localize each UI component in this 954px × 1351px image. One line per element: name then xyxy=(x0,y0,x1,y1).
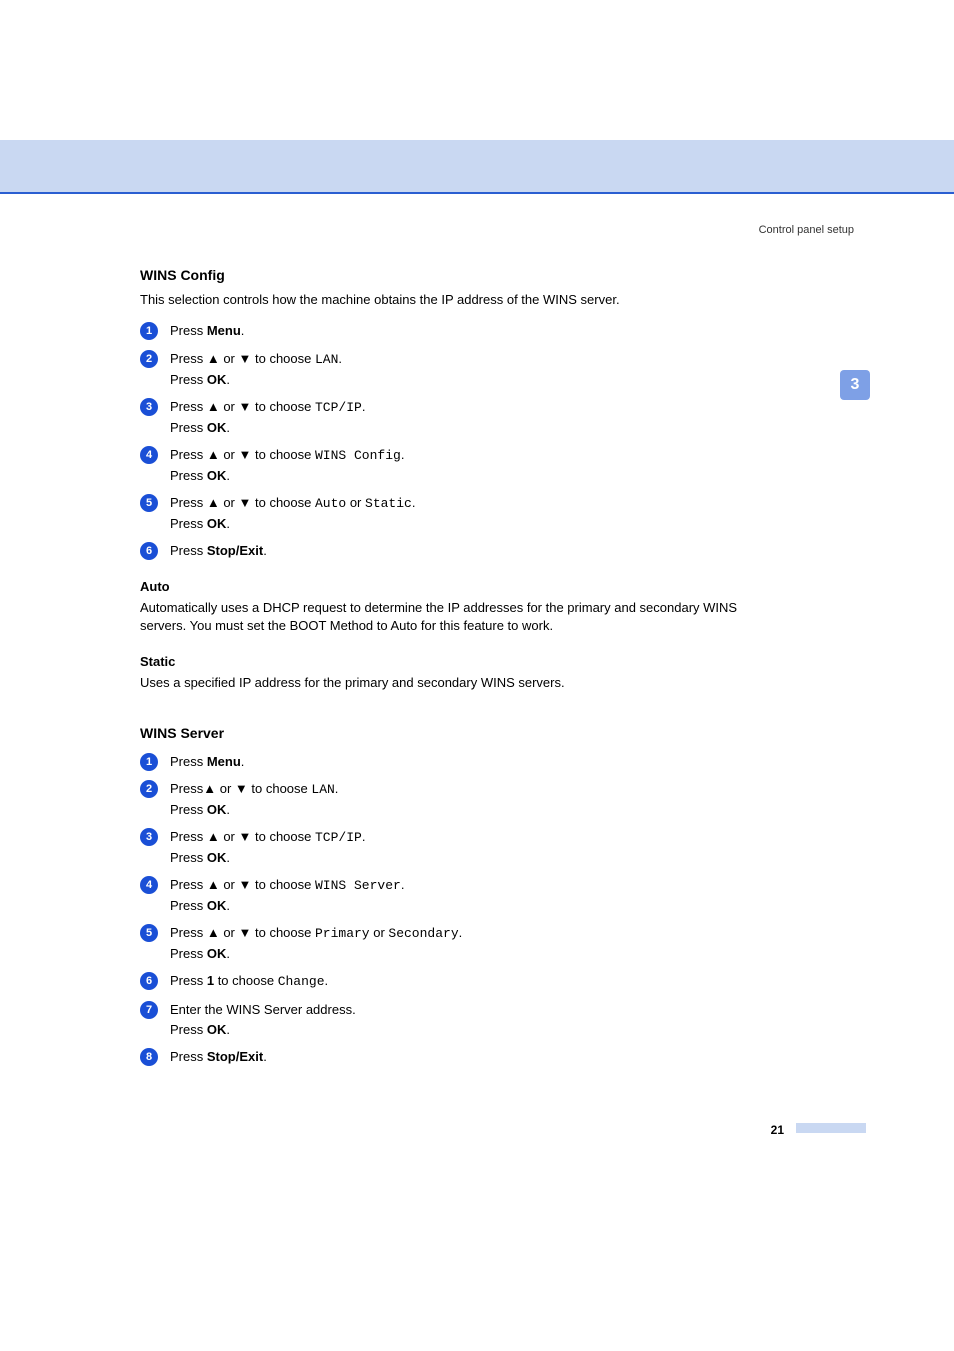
step-item: 6 Press Stop/Exit. xyxy=(140,542,780,560)
step-line-2: Press OK. xyxy=(170,849,780,867)
down-arrow-icon: ▼ xyxy=(239,877,252,892)
up-arrow-icon: ▲ xyxy=(207,829,220,844)
step-item: 7 Enter the WINS Server address. Press OK. xyxy=(140,1001,780,1038)
step-line-1: Press ▲ or ▼ to choose WINS Config. xyxy=(170,447,404,462)
step-number-badge: 2 xyxy=(140,350,158,368)
step-item: 1 Press Menu. xyxy=(140,322,780,340)
step-item: 1 Press Menu. xyxy=(140,753,780,771)
wins-config-heading: WINS Config xyxy=(140,266,780,285)
step-line-2: Press OK. xyxy=(170,1021,780,1039)
step-line-2: Press OK. xyxy=(170,371,780,389)
wins-config-steps: 1 Press Menu. 2 Press ▲ or ▼ to choose LAN.… xyxy=(140,322,780,559)
up-arrow-icon: ▲ xyxy=(207,495,220,510)
footer-accent-bar xyxy=(796,1123,866,1133)
static-heading: Static xyxy=(140,653,780,671)
step-line-2: Press OK. xyxy=(170,897,780,915)
header-right-label: Control panel setup xyxy=(759,224,854,236)
step-line-1: Press Menu. xyxy=(170,323,244,338)
step-line-1: Press ▲ or ▼ to choose TCP/IP. xyxy=(170,399,365,414)
page-root: Control panel setup 3 WINS Config This s… xyxy=(0,0,954,1351)
step-number-badge: 6 xyxy=(140,972,158,990)
step-item: 2 Press ▲ or ▼ to choose LAN. Press OK. xyxy=(140,350,780,388)
step-line-1: Press ▲ or ▼ to choose LAN. xyxy=(170,351,342,366)
down-arrow-icon: ▼ xyxy=(239,829,252,844)
auto-heading: Auto xyxy=(140,578,780,596)
step-line-1: Press ▲ or ▼ to choose TCP/IP. xyxy=(170,829,365,844)
step-line-2: Press OK. xyxy=(170,801,780,819)
auto-body: Automatically uses a DHCP request to det… xyxy=(140,599,780,634)
footer: 21 xyxy=(0,1119,954,1137)
down-arrow-icon: ▼ xyxy=(239,399,252,414)
page-number: 21 xyxy=(771,1123,784,1137)
step-line-1: Press Menu. xyxy=(170,754,244,769)
step-number-badge: 3 xyxy=(140,398,158,416)
step-line-1: Press Stop/Exit. xyxy=(170,543,267,558)
down-arrow-icon: ▼ xyxy=(239,351,252,366)
up-arrow-icon: ▲ xyxy=(207,399,220,414)
step-line-2: Press OK. xyxy=(170,467,780,485)
wins-server-heading: WINS Server xyxy=(140,724,780,743)
up-arrow-icon: ▲ xyxy=(207,447,220,462)
up-arrow-icon: ▲ xyxy=(203,781,216,796)
step-line-1: Press ▲ or ▼ to choose WINS Server. xyxy=(170,877,404,892)
down-arrow-icon: ▼ xyxy=(239,495,252,510)
step-line-1: Press ▲ or ▼ to choose Primary or Second… xyxy=(170,925,462,940)
step-line-1: Enter the WINS Server address. xyxy=(170,1002,356,1017)
step-line-2: Press OK. xyxy=(170,945,780,963)
step-number-badge: 7 xyxy=(140,1001,158,1019)
up-arrow-icon: ▲ xyxy=(207,351,220,366)
down-arrow-icon: ▼ xyxy=(239,447,252,462)
step-number-badge: 8 xyxy=(140,1048,158,1066)
step-item: 5 Press ▲ or ▼ to choose Auto or Static. P… xyxy=(140,494,780,532)
step-number-badge: 4 xyxy=(140,446,158,464)
wins-server-steps: 1 Press Menu. 2 Press▲ or ▼ to choose LAN. P… xyxy=(140,753,780,1066)
chapter-tab: 3 xyxy=(840,370,870,400)
step-item: 3 Press ▲ or ▼ to choose TCP/IP. Press OK. xyxy=(140,398,780,436)
step-item: 6 Press 1 to choose Change. xyxy=(140,972,780,991)
step-line-2: Press OK. xyxy=(170,419,780,437)
step-item: 4 Press ▲ or ▼ to choose WINS Config. Pres… xyxy=(140,446,780,484)
top-band xyxy=(0,140,954,194)
step-number-badge: 2 xyxy=(140,780,158,798)
down-arrow-icon: ▼ xyxy=(235,781,248,796)
step-number-badge: 5 xyxy=(140,494,158,512)
step-item: 4 Press ▲ or ▼ to choose WINS Server. Pres… xyxy=(140,876,780,914)
content-area: WINS Config This selection controls how … xyxy=(140,262,780,1066)
step-number-badge: 4 xyxy=(140,876,158,894)
wins-config-intro: This selection controls how the machine … xyxy=(140,291,780,309)
step-line-1: Press▲ or ▼ to choose LAN. xyxy=(170,781,338,796)
step-number-badge: 6 xyxy=(140,542,158,560)
step-number-badge: 5 xyxy=(140,924,158,942)
step-item: 2 Press▲ or ▼ to choose LAN. Press OK. xyxy=(140,780,780,818)
step-number-badge: 1 xyxy=(140,753,158,771)
step-line-1: Press 1 to choose Change. xyxy=(170,973,328,988)
step-line-1: Press Stop/Exit. xyxy=(170,1049,267,1064)
down-arrow-icon: ▼ xyxy=(239,925,252,940)
static-body: Uses a specified IP address for the prim… xyxy=(140,674,780,692)
step-item: 8 Press Stop/Exit. xyxy=(140,1048,780,1066)
step-number-badge: 1 xyxy=(140,322,158,340)
up-arrow-icon: ▲ xyxy=(207,925,220,940)
step-line-2: Press OK. xyxy=(170,515,780,533)
up-arrow-icon: ▲ xyxy=(207,877,220,892)
step-number-badge: 3 xyxy=(140,828,158,846)
step-item: 5 Press ▲ or ▼ to choose Primary or Secon… xyxy=(140,924,780,962)
step-line-1: Press ▲ or ▼ to choose Auto or Static. xyxy=(170,495,415,510)
step-item: 3 Press ▲ or ▼ to choose TCP/IP. Press OK. xyxy=(140,828,780,866)
